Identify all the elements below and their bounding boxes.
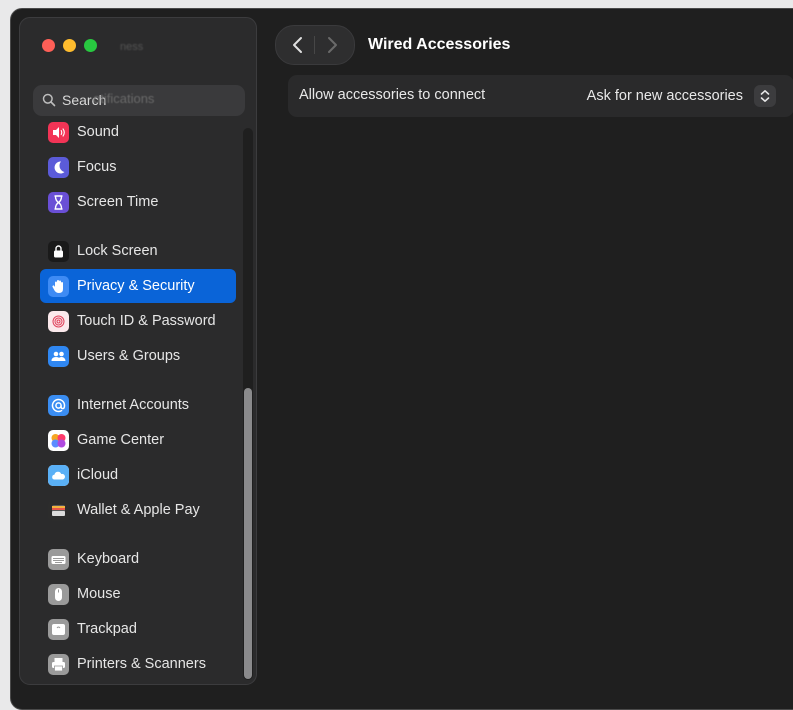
sidebar-item-screen-time[interactable]: Screen Time xyxy=(40,185,236,219)
sidebar-item-privacy-and-security[interactable]: Privacy & Security xyxy=(40,269,236,303)
trackpad-icon xyxy=(48,618,69,640)
search-ghost-text: otifications xyxy=(93,91,155,106)
hourglass-icon xyxy=(48,191,69,213)
sidebar-item-label: Touch ID & Password xyxy=(77,313,216,329)
sidebar-item-label: Focus xyxy=(77,159,117,175)
sidebar-item-label: iCloud xyxy=(77,467,119,483)
page-title: Wired Accessories xyxy=(368,36,511,53)
minimize-window-button[interactable] xyxy=(63,39,76,52)
window-controls xyxy=(42,39,97,52)
lock-icon xyxy=(48,240,69,262)
sidebar-item-sound[interactable]: Sound xyxy=(40,115,236,149)
sidebar-item-label: Keyboard xyxy=(77,551,140,567)
sidebar-item-label: Sound xyxy=(77,124,119,140)
back-button[interactable] xyxy=(286,33,310,57)
moon-icon xyxy=(48,156,69,178)
sidebar-item-focus[interactable]: Focus xyxy=(40,150,236,184)
wallet-icon xyxy=(48,499,69,521)
search-field[interactable]: Search otifications xyxy=(33,85,245,116)
search-icon xyxy=(42,93,56,107)
hand-icon xyxy=(48,275,69,297)
sidebar-item-printers-and-scanners[interactable]: Printers & Scanners xyxy=(40,647,236,681)
users-icon xyxy=(48,345,69,367)
sidebar-item-users-and-groups[interactable]: Users & Groups xyxy=(40,339,236,373)
sidebar: ness Search otifications Sound Focus Scree… xyxy=(19,17,257,685)
forward-button[interactable] xyxy=(320,33,344,57)
sidebar-item-label: Users & Groups xyxy=(77,348,181,364)
sidebar-item-wallet-and-apple-pay[interactable]: Wallet & Apple Pay xyxy=(40,493,236,527)
sidebar-item-label: Lock Screen xyxy=(77,243,158,259)
keyboard-icon xyxy=(48,548,69,570)
sidebar-item-icloud[interactable]: iCloud xyxy=(40,458,236,492)
sidebar-item-trackpad[interactable]: Trackpad xyxy=(40,612,236,646)
sidebar-item-label: Internet Accounts xyxy=(77,397,190,413)
sidebar-item-label: Trackpad xyxy=(77,621,137,637)
navigation-buttons xyxy=(275,25,355,65)
sidebar-item-mouse[interactable]: Mouse xyxy=(40,577,236,611)
at-icon xyxy=(48,394,69,416)
sidebar-item-label: Screen Time xyxy=(77,194,159,210)
speaker-icon xyxy=(48,121,69,143)
setting-label: Allow accessories to connect xyxy=(299,87,486,103)
nav-divider xyxy=(314,36,315,54)
sidebar-item-label: Mouse xyxy=(77,586,121,602)
sidebar-item-game-center[interactable]: Game Center xyxy=(40,423,236,457)
mouse-icon xyxy=(48,583,69,605)
printer-icon xyxy=(48,653,69,675)
sidebar-item-lock-screen[interactable]: Lock Screen xyxy=(40,234,236,268)
sidebar-item-internet-accounts[interactable]: Internet Accounts xyxy=(40,388,236,422)
settings-window: ness Search otifications Sound Focus Scree… xyxy=(10,8,793,710)
sidebar-item-label: Privacy & Security xyxy=(77,278,195,294)
popup-chevron-icon[interactable] xyxy=(754,85,776,107)
sidebar-item-label: Wallet & Apple Pay xyxy=(77,502,200,518)
cloud-icon xyxy=(48,464,69,486)
ghost-text: ness xyxy=(120,41,144,53)
sidebar-item-keyboard[interactable]: Keyboard xyxy=(40,542,236,576)
sidebar-item-label: Game Center xyxy=(77,432,165,448)
zoom-window-button[interactable] xyxy=(84,39,97,52)
sidebar-scrollbar-thumb[interactable] xyxy=(244,388,252,679)
fingerprint-icon xyxy=(48,310,69,332)
allow-accessories-row: Allow accessories to connect Ask for new… xyxy=(288,75,793,117)
sidebar-item-touch-id-and-password[interactable]: Touch ID & Password xyxy=(40,304,236,338)
sidebar-item-label: Printers & Scanners xyxy=(77,656,206,672)
close-window-button[interactable] xyxy=(42,39,55,52)
game-center-icon xyxy=(48,429,69,451)
accessories-popup-value[interactable]: Ask for new accessories xyxy=(587,88,743,104)
